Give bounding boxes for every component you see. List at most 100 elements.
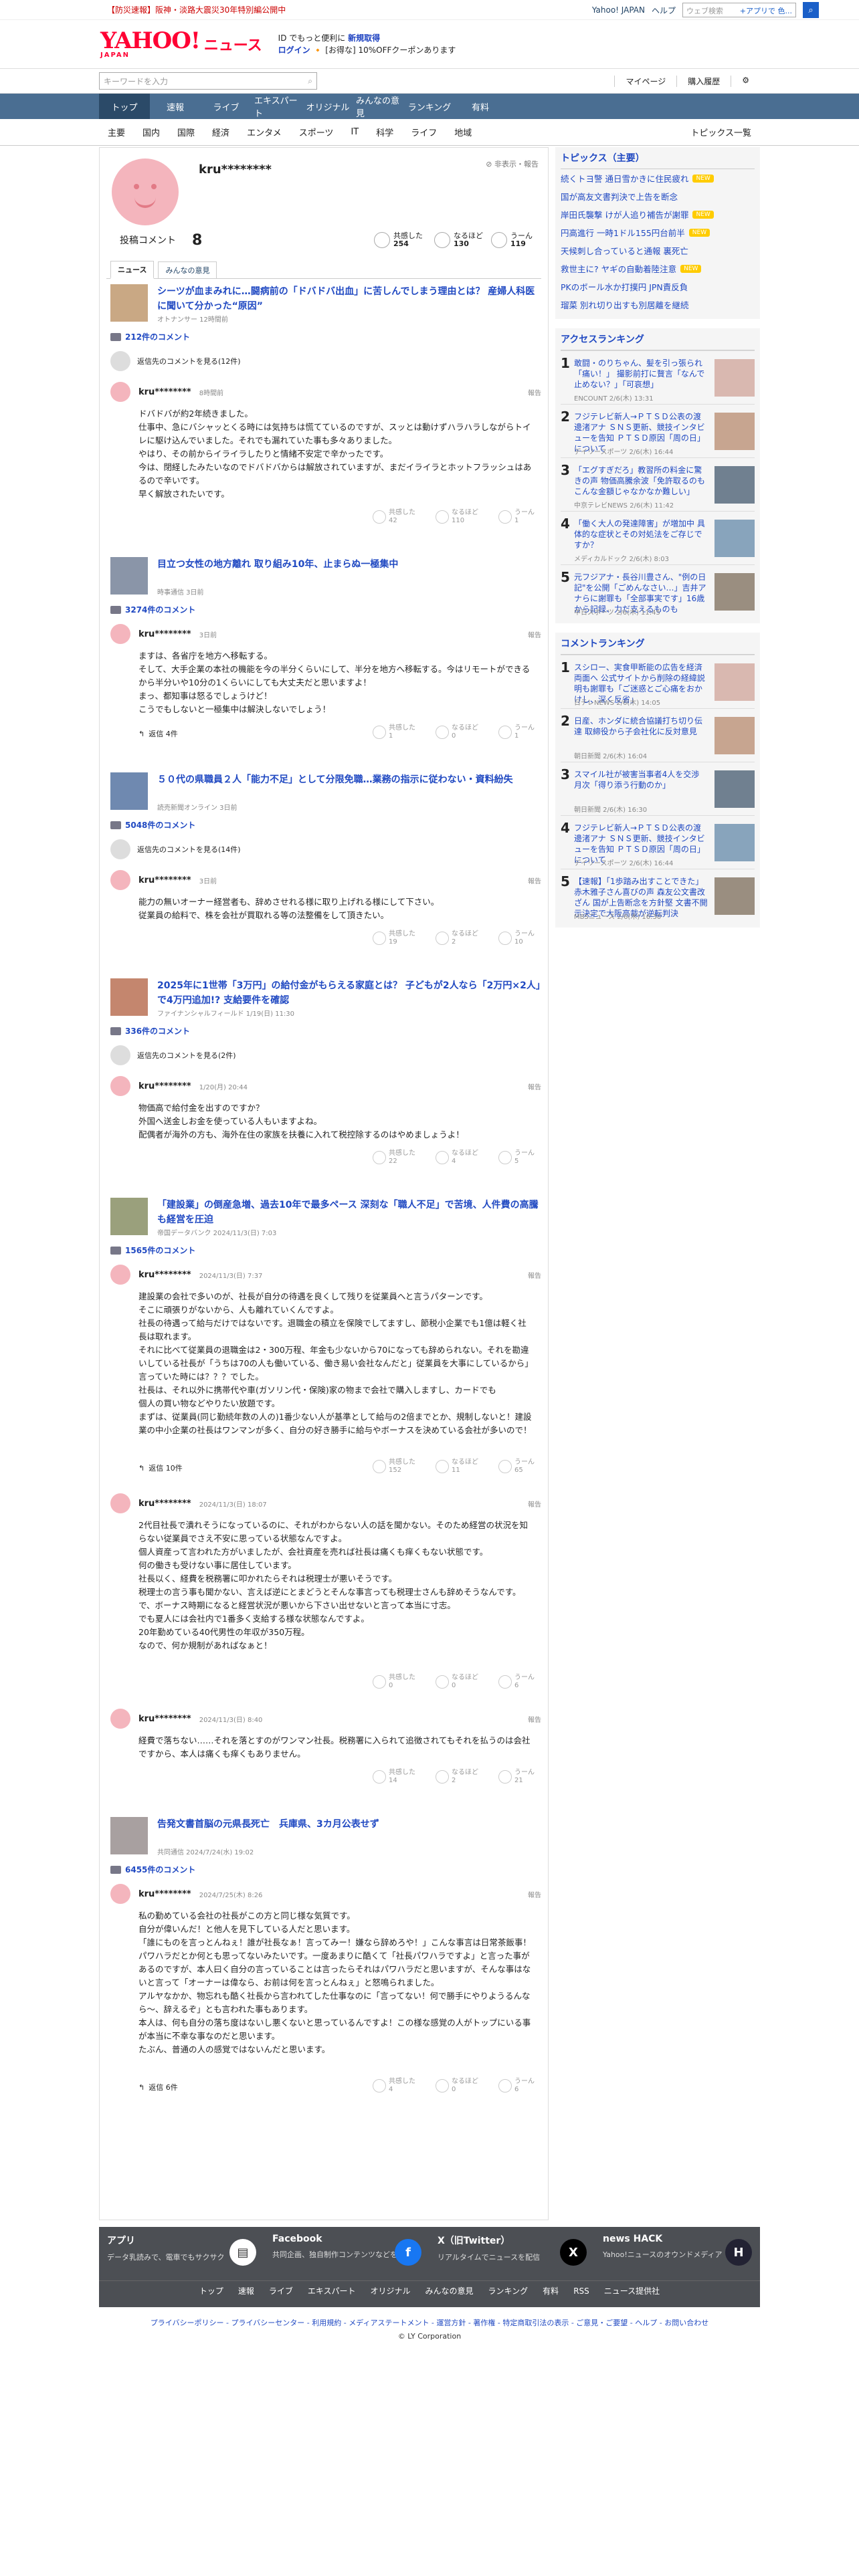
report-link[interactable]: 報告 <box>528 387 541 397</box>
yahoo-japan-link[interactable]: Yahoo! JAPAN <box>592 5 645 15</box>
snav-it[interactable]: IT <box>342 127 367 137</box>
reaction-empathy-button[interactable]: 共感した 42 <box>373 509 415 525</box>
tab-opinion[interactable]: みんなの意見 <box>158 261 217 278</box>
article-thumbnail[interactable] <box>110 1817 148 1854</box>
ranking-item[interactable]: 4 「働く大人の発達障害」が増加中 具体的な症状とその対処法をご存じですか？ メディ… <box>561 511 755 564</box>
show-parent-comment[interactable]: 返信先のコメントを見る(2件) <box>110 1045 236 1065</box>
article-thumbnail[interactable] <box>110 557 148 595</box>
replies-toggle[interactable]: ↰ 返信 10件 <box>138 1463 183 1473</box>
gnav-opinion[interactable]: みんなの意見 <box>353 94 404 119</box>
article-thumbnail[interactable] <box>110 978 148 1016</box>
reaction-empathy-button[interactable]: 共感した 4 <box>373 2078 415 2094</box>
comment-count-link[interactable]: 5048件のコメント <box>110 819 195 831</box>
footer-nav-item[interactable]: ニュース提供社 <box>604 2285 660 2296</box>
gnav-paid[interactable]: 有料 <box>455 94 506 119</box>
comment-count-link[interactable]: 336件のコメント <box>110 1025 190 1037</box>
ranking-item[interactable]: 3 「エグすぎだろ」教習所の料金に驚きの声 物価高騰余波「免許取るのもこんな金額じ… <box>561 457 755 511</box>
footer-nav-item[interactable]: ランキング <box>488 2285 529 2296</box>
reaction-naruhodo-button[interactable]: なるほど 0 <box>436 724 478 740</box>
rank-title[interactable]: 日産、ホンダに統合協議打ち切り伝達 取締役から子会社化に反対意見 <box>574 716 708 737</box>
footer-app-block[interactable]: アプリ データ乳読みで、電車でもサクサク ▤ <box>99 2234 264 2280</box>
topic-item[interactable]: 岸田氏襲撃 けが人追り補告が謝罪 NEW <box>561 205 755 223</box>
report-link[interactable]: 報告 <box>528 629 541 639</box>
reaction-hmm-button[interactable]: うーん 1 <box>498 724 535 740</box>
reaction-hmm-button[interactable]: うーん 5 <box>498 1150 535 1166</box>
reaction-hmm-button[interactable]: うーん 65 <box>498 1459 535 1475</box>
ranking-item[interactable]: 2 フジテレビ新人→ＰＴＳＤ公表の渡邊渚アナ ＳＮＳ更新、競技インタビューを告知 … <box>561 404 755 457</box>
topics-list-link[interactable]: トピックス一覧 <box>682 126 760 138</box>
footer-nav-item[interactable]: RSS <box>573 2286 589 2296</box>
footer-x-block[interactable]: X（旧Twitter） リアルタイムでニュースを配信 X <box>430 2234 595 2280</box>
rank-thumbnail[interactable] <box>714 770 755 808</box>
ranking-item[interactable]: 1 敢闘・のりちゃん、髪を引っ張られ「痛い！」 撮影前打に贅言「なんで止めない？」… <box>561 350 755 404</box>
gnav-ranking[interactable]: ランキング <box>404 94 455 119</box>
replies-toggle[interactable]: ↰ 返信 4件 <box>138 728 178 739</box>
ranking-item[interactable]: 5 元フジアナ・長谷川豊さん、"例の日記"を公開「ごめんなさい…」吉井アナらに謝罪… <box>561 564 755 618</box>
keyword-search-input[interactable]: キーワードを入力 ⌕ <box>99 72 317 90</box>
reaction-hmm-button[interactable]: うーん 1 <box>498 509 535 525</box>
search-icon[interactable]: ⌕ <box>308 76 312 86</box>
gnav-live[interactable]: ライブ <box>201 94 252 119</box>
snav-science[interactable]: 科学 <box>367 126 402 138</box>
snav-entertainment[interactable]: エンタメ <box>238 126 290 138</box>
report-link[interactable]: 報告 <box>528 1081 541 1091</box>
rank-thumbnail[interactable] <box>714 717 755 754</box>
reaction-empathy-button[interactable]: 共感した 0 <box>373 1674 415 1690</box>
news-logo[interactable]: ニュース <box>204 33 262 55</box>
rank-title[interactable]: 敢闘・のりちゃん、髪を引っ張られ「痛い！」 撮影前打に贅言「なんで止めない？」「… <box>574 358 708 390</box>
gnav-expert[interactable]: エキスパート <box>252 94 302 119</box>
report-link[interactable]: 報告 <box>528 1270 541 1280</box>
ranking-item[interactable]: 3 スマイル社が被害当事者4人を交渉 月次「得り添う行動のか」 朝日新聞 2/6(木… <box>561 762 755 815</box>
footer-nav-item[interactable]: ライブ <box>269 2285 293 2296</box>
ranking-item[interactable]: 4 フジテレビ新人→ＰＴＳＤ公表の渡邊渚アナ ＳＮＳ更新、競技インタビューを告知 … <box>561 815 755 869</box>
topic-item[interactable]: 続くトヨ警 通日雪かきに住民疲れ NEW <box>561 169 755 187</box>
gnav-original[interactable]: オリジナル <box>302 94 353 119</box>
article-thumbnail[interactable] <box>110 772 148 810</box>
gnav-top[interactable]: トップ <box>99 94 150 119</box>
rank-thumbnail[interactable] <box>714 877 755 915</box>
reaction-naruhodo-button[interactable]: なるほど 2 <box>436 930 478 946</box>
article-title[interactable]: シーツが血まみれに…闘病前の「ドバドバ出血」に苦しんでしまう理由とは？ 産婦人科… <box>157 284 541 314</box>
ranking-item[interactable]: 5 【速報】「1歩踏み出すことできた」赤木雅子さん喜びの声 森友公文書改ざん 国が… <box>561 869 755 922</box>
article-title[interactable]: ５０代の県職員２人「能力不足」として分限免職…業務の指示に従わない・資料紛失 <box>157 772 541 787</box>
rank-thumbnail[interactable] <box>714 359 755 397</box>
snav-life[interactable]: ライフ <box>402 126 446 138</box>
gnav-flash[interactable]: 速報 <box>150 94 201 119</box>
reaction-empathy-button[interactable]: 共感した 1 <box>373 724 415 740</box>
reaction-naruhodo-button[interactable]: なるほど 0 <box>436 2078 478 2094</box>
show-parent-comment[interactable]: 返信先のコメントを見る(12件) <box>110 351 241 371</box>
replies-toggle[interactable]: ↰ 返信 6件 <box>138 2082 178 2092</box>
snav-sports[interactable]: スポーツ <box>290 126 343 138</box>
reaction-hmm-button[interactable]: うーん 6 <box>498 1674 535 1690</box>
reaction-hmm-button[interactable]: うーん 10 <box>498 930 535 946</box>
rank-title[interactable]: 「働く大人の発達障害」が増加中 具体的な症状とその対処法をご存じですか？ <box>574 518 708 550</box>
show-parent-comment[interactable]: 返信先のコメントを見る(14件) <box>110 839 241 859</box>
footer-nav-item[interactable]: みんなの意見 <box>425 2285 474 2296</box>
footer-nav-item[interactable]: 速報 <box>238 2285 254 2296</box>
rank-thumbnail[interactable] <box>714 520 755 557</box>
reaction-empathy-button[interactable]: 共感した 152 <box>373 1459 415 1475</box>
reaction-naruhodo-button[interactable]: なるほど 11 <box>436 1459 478 1475</box>
reaction-empathy-button[interactable]: 共感した 19 <box>373 930 415 946</box>
comment-count-link[interactable]: 1565件のコメント <box>110 1245 195 1256</box>
snav-domestic[interactable]: 国内 <box>134 126 169 138</box>
snav-main[interactable]: 主要 <box>99 126 134 138</box>
article-thumbnail[interactable] <box>110 284 148 322</box>
reaction-hmm-button[interactable]: うーん 21 <box>498 1769 535 1785</box>
disaster-notice[interactable]: 【防災速報】阪神・淡路大震災30年特別編公開中 <box>107 4 286 15</box>
topic-item[interactable]: PKのボール水か打撲円 JPN責反負 <box>561 278 755 296</box>
footer-newshack-block[interactable]: news HACK Yahoo!ニュースのオウンドメディア H <box>595 2234 760 2280</box>
article-title[interactable]: 告発文書首脳の元県長死亡 兵庫県、3カ月公表せず <box>157 1817 541 1832</box>
rank-thumbnail[interactable] <box>714 824 755 861</box>
ranking-item[interactable]: 2 日産、ホンダに統合協議打ち切り伝達 取締役から子会社化に反対意見 朝日新聞 2/… <box>561 708 755 762</box>
comment-count-link[interactable]: 212件のコメント <box>110 331 190 342</box>
rank-title[interactable]: 「エグすぎだろ」教習所の料金に驚きの声 物価高騰余波「免許取るのもこんな金額じゃ… <box>574 465 708 497</box>
comment-count-link[interactable]: 3274件のコメント <box>110 604 195 615</box>
reaction-naruhodo-button[interactable]: なるほど 110 <box>436 509 478 525</box>
footer-facebook-block[interactable]: Facebook 共同企画、独自制作コンテンツなどを投稿 f <box>264 2234 430 2280</box>
register-link[interactable]: 新規取得 <box>348 33 380 43</box>
topic-item[interactable]: 天候刺し合っていると通報 裏死亡 <box>561 241 755 259</box>
report-link[interactable]: 報告 <box>528 1714 541 1724</box>
reaction-naruhodo-button[interactable]: なるほど 0 <box>436 1674 478 1690</box>
snav-world[interactable]: 国際 <box>169 126 203 138</box>
